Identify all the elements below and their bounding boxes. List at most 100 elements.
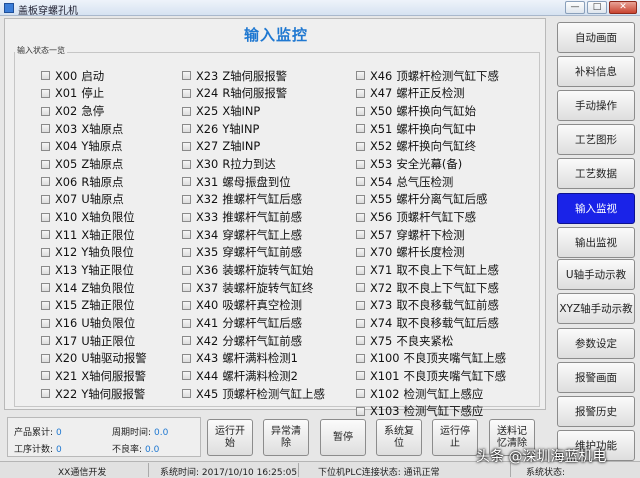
input-code: X36: [196, 263, 219, 278]
defect-rate-value: 0.0: [145, 445, 160, 455]
input-column-2: X23 Z轴伺服报警 X24 R轴伺服报警 X25 X轴INP X26 Y轴INP X27 Z轴I…: [182, 67, 325, 402]
input-item: X23 Z轴伺服报警: [182, 67, 325, 85]
input-state-checkbox: [356, 106, 365, 116]
input-item: X10 X轴负限位: [41, 208, 147, 226]
input-label: U轴正限位: [81, 333, 136, 348]
input-code: X71: [370, 263, 393, 278]
input-code: X04: [55, 139, 78, 154]
action-button[interactable]: 运行停止: [432, 419, 478, 456]
input-state-checkbox: [356, 265, 365, 275]
input-item: X44 螺杆满料检测2: [182, 367, 325, 385]
input-item: X14 Z轴负限位: [41, 279, 147, 297]
input-label: U轴原点: [81, 192, 124, 207]
input-label: 穿螺杆气缸上感: [222, 227, 303, 242]
action-button[interactable]: 运行开始: [207, 419, 253, 456]
input-state-checkbox: [356, 88, 365, 98]
input-state-checkbox: [356, 141, 365, 151]
input-label: U轴负限位: [81, 316, 136, 331]
input-code: X75: [370, 333, 393, 348]
input-state-checkbox: [356, 336, 365, 346]
system-status: 系统状态:: [526, 468, 566, 478]
input-state-checkbox: [356, 124, 365, 134]
input-code: X37: [196, 280, 219, 295]
input-item: X57 穿螺杆下检测: [356, 226, 506, 244]
input-code: X12: [55, 245, 78, 260]
nav-button[interactable]: 手动操作: [557, 90, 635, 121]
input-item: X05 Z轴原点: [41, 155, 147, 173]
nav-button[interactable]: 补料信息: [557, 56, 635, 87]
input-item: X31 螺母振盘到位: [182, 173, 325, 191]
nav-button[interactable]: U轴手动示教: [557, 259, 635, 290]
nav-button[interactable]: 输入监视: [557, 193, 635, 224]
input-label: 推螺杆气缸前感: [222, 210, 303, 225]
input-code: X47: [370, 86, 393, 101]
input-label: 检测气缸下感应: [403, 404, 484, 419]
nav-button[interactable]: 输出监视: [557, 227, 635, 258]
input-state-checkbox: [356, 212, 365, 222]
input-code: X14: [55, 280, 78, 295]
input-item: X55 螺杆分离气缸后感: [356, 191, 506, 209]
input-label: 不良顶夹嘴气缸下感: [403, 368, 507, 383]
input-label: 启动: [81, 68, 105, 83]
action-button[interactable]: 异常清除: [263, 419, 309, 456]
input-code: X45: [196, 386, 219, 401]
window-controls: — □ ✕: [565, 1, 637, 14]
input-label: 不良夹紧松: [396, 333, 454, 348]
nav-button[interactable]: 工艺数据: [557, 158, 635, 189]
input-code: X03: [55, 121, 78, 136]
nav-button[interactable]: 报警历史: [557, 396, 635, 427]
nav-button[interactable]: 报警画面: [557, 362, 635, 393]
action-button[interactable]: 系统复位: [376, 419, 422, 456]
input-label: 取不良上下气缸上感: [396, 263, 499, 278]
input-state-checkbox: [182, 212, 191, 222]
input-label: 取不良移载气缸前感: [396, 298, 499, 313]
input-item: X13 Y轴正限位: [41, 261, 147, 279]
input-monitor-panel: 输入监控 输入状态一览 X00 启动 X01 停止 X02 急停 X03 X轴原点 X04 Y轴原…: [4, 18, 546, 418]
input-item: X25 X轴INP: [182, 102, 325, 120]
action-button[interactable]: 暂停: [320, 419, 366, 456]
minimize-button[interactable]: —: [565, 1, 585, 14]
input-state-checkbox: [182, 353, 191, 363]
input-item: X51 螺杆换向气缸中: [356, 120, 506, 138]
input-label: R轴原点: [81, 174, 124, 189]
input-label: 停止: [81, 86, 105, 101]
close-button[interactable]: ✕: [609, 1, 637, 14]
cycle-time: 周期时间: 0.0: [112, 425, 168, 438]
input-code: X10: [55, 210, 78, 225]
nav-button[interactable]: 自动画面: [557, 22, 635, 53]
input-label: 分螺杆气缸后感: [222, 316, 303, 331]
input-code: X34: [196, 227, 219, 242]
input-code: X103: [370, 404, 400, 419]
input-item: X70 螺杆长度检测: [356, 244, 506, 262]
status-separator: [298, 463, 299, 477]
input-state-checkbox: [41, 230, 50, 240]
input-state-checkbox: [41, 194, 50, 204]
cycle-time-value: 0.0: [154, 428, 169, 438]
input-label: 螺母振盘到位: [222, 174, 291, 189]
maximize-button[interactable]: □: [587, 1, 607, 14]
input-code: X31: [196, 174, 219, 189]
input-item: X43 螺杆满料检测1: [182, 350, 325, 368]
comm-status: XX通信开发: [58, 468, 107, 478]
nav-button[interactable]: XYZ轴手动示教: [557, 293, 635, 324]
input-item: X03 X轴原点: [41, 120, 147, 138]
input-label: 螺杆换向气缸始: [396, 104, 477, 119]
nav-button[interactable]: 参数设定: [557, 328, 635, 359]
input-state-checkbox: [41, 141, 50, 151]
input-item: X33 推螺杆气缸前感: [182, 208, 325, 226]
input-code: X02: [55, 104, 78, 119]
input-label: 装螺杆旋转气缸终: [222, 280, 314, 295]
input-state-checkbox: [356, 247, 365, 257]
input-item: X46 顶螺杆检测气缸下感: [356, 67, 506, 85]
input-label: Z轴伺服报警: [222, 68, 288, 83]
input-code: X46: [370, 68, 393, 83]
input-item: X36 装螺杆旋转气缸始: [182, 261, 325, 279]
input-code: X27: [196, 139, 219, 154]
input-code: X100: [370, 351, 400, 366]
input-item: X45 顶螺杆检测气缸上感: [182, 385, 325, 403]
nav-button[interactable]: 工艺图形: [557, 124, 635, 155]
input-state-checkbox: [182, 230, 191, 240]
input-item: X15 Z轴正限位: [41, 297, 147, 315]
input-label: R拉力到达: [222, 157, 276, 172]
input-item: X73 取不良移载气缸前感: [356, 297, 506, 315]
